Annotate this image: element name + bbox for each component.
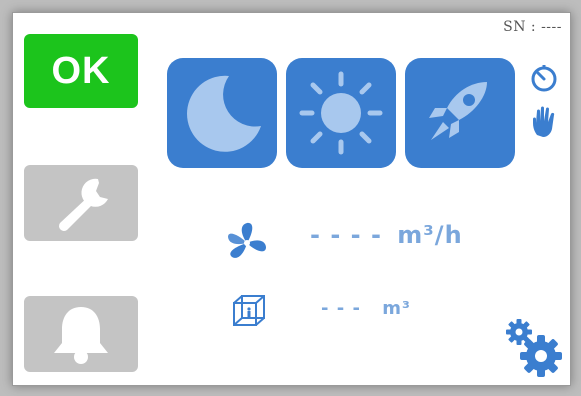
- volume-value: - - -: [321, 298, 361, 319]
- fan-icon: [228, 222, 266, 258]
- airflow-unit: m³/h: [397, 221, 463, 249]
- alarm-button[interactable]: [24, 296, 138, 372]
- timer-icon[interactable]: [529, 63, 559, 93]
- manual-hand-icon[interactable]: [531, 105, 559, 139]
- service-button[interactable]: [24, 165, 138, 241]
- wrench-icon: [58, 178, 108, 231]
- room-cube-icon: [233, 295, 265, 326]
- main-panel: SN : ---- OK - - - - m³/h - - - m³: [12, 12, 571, 386]
- mode-night-button[interactable]: [167, 58, 277, 168]
- volume-readout: - - - m³: [321, 298, 411, 319]
- status-ok-button[interactable]: OK: [24, 34, 138, 108]
- volume-unit: m³: [382, 298, 411, 319]
- serial-number: SN : ----: [503, 19, 562, 35]
- mode-boost-button[interactable]: [405, 58, 515, 168]
- rocket-icon: [429, 82, 487, 140]
- gears-icon[interactable]: [503, 318, 565, 380]
- airflow-value: - - - -: [310, 221, 382, 249]
- airflow-readout: - - - - m³/h: [310, 221, 463, 249]
- moon-icon: [187, 75, 261, 152]
- sun-icon: [299, 71, 383, 155]
- bell-icon: [54, 307, 108, 364]
- mode-day-button[interactable]: [286, 58, 396, 168]
